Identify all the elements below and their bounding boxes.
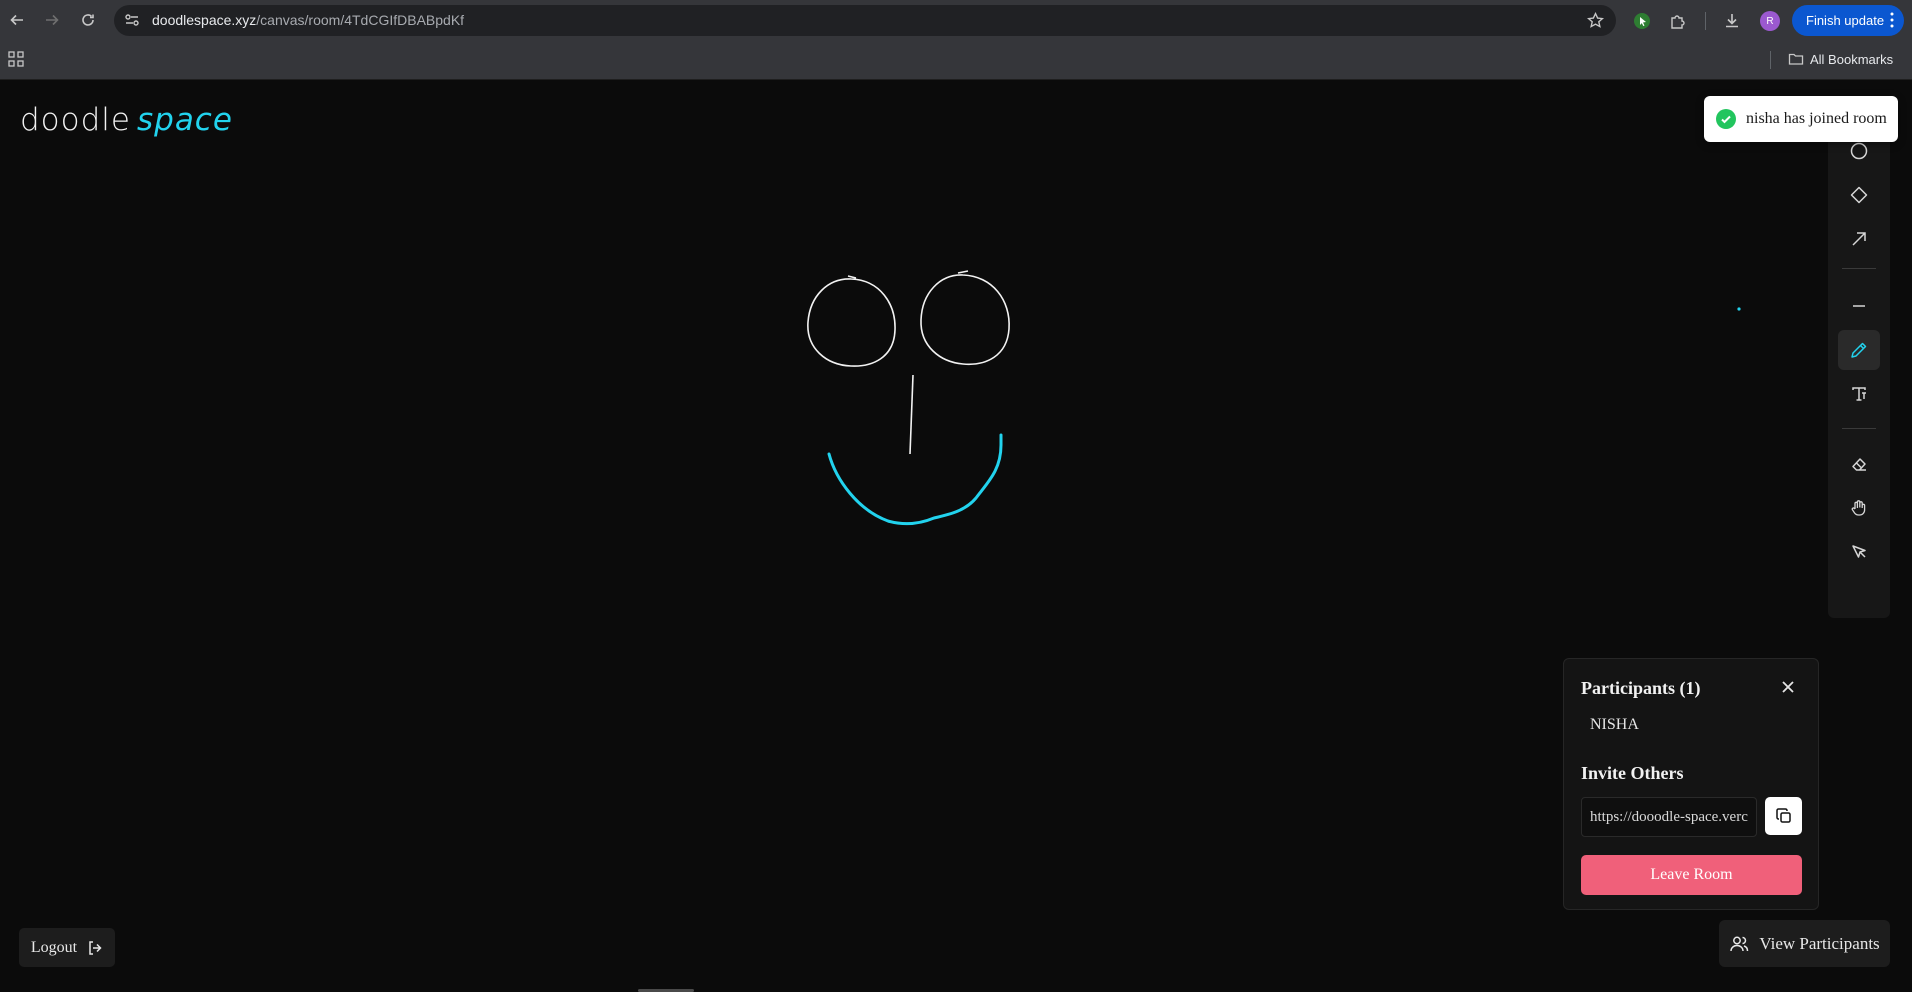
extensions-puzzle-icon[interactable] [1668,11,1688,31]
all-bookmarks-button[interactable]: All Bookmarks [1788,51,1893,67]
invite-link-input[interactable] [1581,797,1757,837]
view-participants-label: View Participants [1759,933,1880,953]
pencil-icon [1851,342,1867,358]
bookmarks-bar: All Bookmarks [0,41,1912,80]
finish-update-button[interactable]: Finish update [1792,5,1904,36]
participants-title: Participants (1) [1581,678,1701,698]
tool-select[interactable] [1838,532,1880,572]
url-host: doodlespace.xyz [152,12,257,28]
leave-room-button[interactable]: Leave Room [1581,855,1802,895]
tool-pan[interactable] [1838,488,1880,528]
logout-button[interactable]: Logout [19,928,115,967]
site-info-icon[interactable] [124,12,140,28]
all-bookmarks-label: All Bookmarks [1810,51,1894,67]
copy-link-button[interactable] [1765,797,1802,835]
join-toast: nisha has joined room [1704,96,1898,142]
back-icon[interactable] [5,8,29,32]
drawing-dot [1737,307,1741,311]
more-menu-icon [1890,12,1894,28]
hand-icon [1851,500,1866,516]
forward-icon[interactable] [40,8,64,32]
logo-word-space: space [136,102,233,138]
diamond-icon [1850,186,1868,204]
line-icon [1853,305,1865,307]
tool-pencil[interactable] [1838,330,1880,370]
address-bar[interactable]: doodlespace.xyz/canvas/room/4TdCGIfDBABp… [114,5,1616,36]
folder-icon [1788,53,1804,65]
reload-icon[interactable] [76,8,100,32]
circle-icon [1850,142,1868,160]
tool-diamond[interactable] [1838,175,1880,215]
drawing-smile [827,433,1003,526]
drawing-left-eye [807,275,896,367]
doodle-app: doodle space nisha has joined room Parti… [0,80,1912,992]
invite-title: Invite Others [1581,763,1684,783]
participants-panel: Participants (1) NISHA Invite Others Lea… [1563,658,1819,910]
profile-avatar[interactable]: R [1760,11,1780,31]
eraser-icon [1852,458,1866,471]
logout-label: Logout [30,938,78,956]
tool-text[interactable] [1838,374,1880,414]
url-path: /canvas/room/4TdCGIfDBABpdKf [256,12,465,28]
drawing-right-eye [920,270,1010,366]
pointer-icon [1852,545,1866,558]
participant-name: NISHA [1590,716,1639,733]
success-check-icon [1716,109,1736,129]
close-icon[interactable] [1778,677,1798,697]
logout-icon [89,940,102,955]
bookmark-star-icon[interactable] [1586,11,1605,29]
finish-update-label: Finish update [1806,13,1885,28]
toast-message: nisha has joined room [1746,110,1887,127]
tool-eraser[interactable] [1838,444,1880,484]
tools-toolbar [1828,108,1890,618]
tool-arrow[interactable] [1838,219,1880,259]
bookmarks-divider [1770,51,1771,69]
users-icon [1730,936,1749,951]
text-icon [1852,387,1866,401]
toolbar-divider [1705,12,1706,30]
arrow-icon [1852,232,1866,246]
toolbar-divider [1842,428,1876,429]
drawing-nose [909,374,914,455]
extension-cursor-icon[interactable] [1632,11,1652,31]
url-text: doodlespace.xyz/canvas/room/4TdCGIfDBABp… [152,12,464,28]
downloads-icon[interactable] [1722,11,1742,31]
doodle-space-logo: doodle space [20,102,233,138]
apps-grid-icon[interactable] [8,51,24,67]
view-participants-button[interactable]: View Participants [1719,920,1890,967]
browser-toolbar: doodlespace.xyz/canvas/room/4TdCGIfDBABp… [0,0,1912,41]
tool-line[interactable] [1838,286,1880,326]
copy-icon [1775,808,1791,823]
toolbar-divider [1842,268,1876,269]
logo-word-doodle: doodle [20,102,131,138]
